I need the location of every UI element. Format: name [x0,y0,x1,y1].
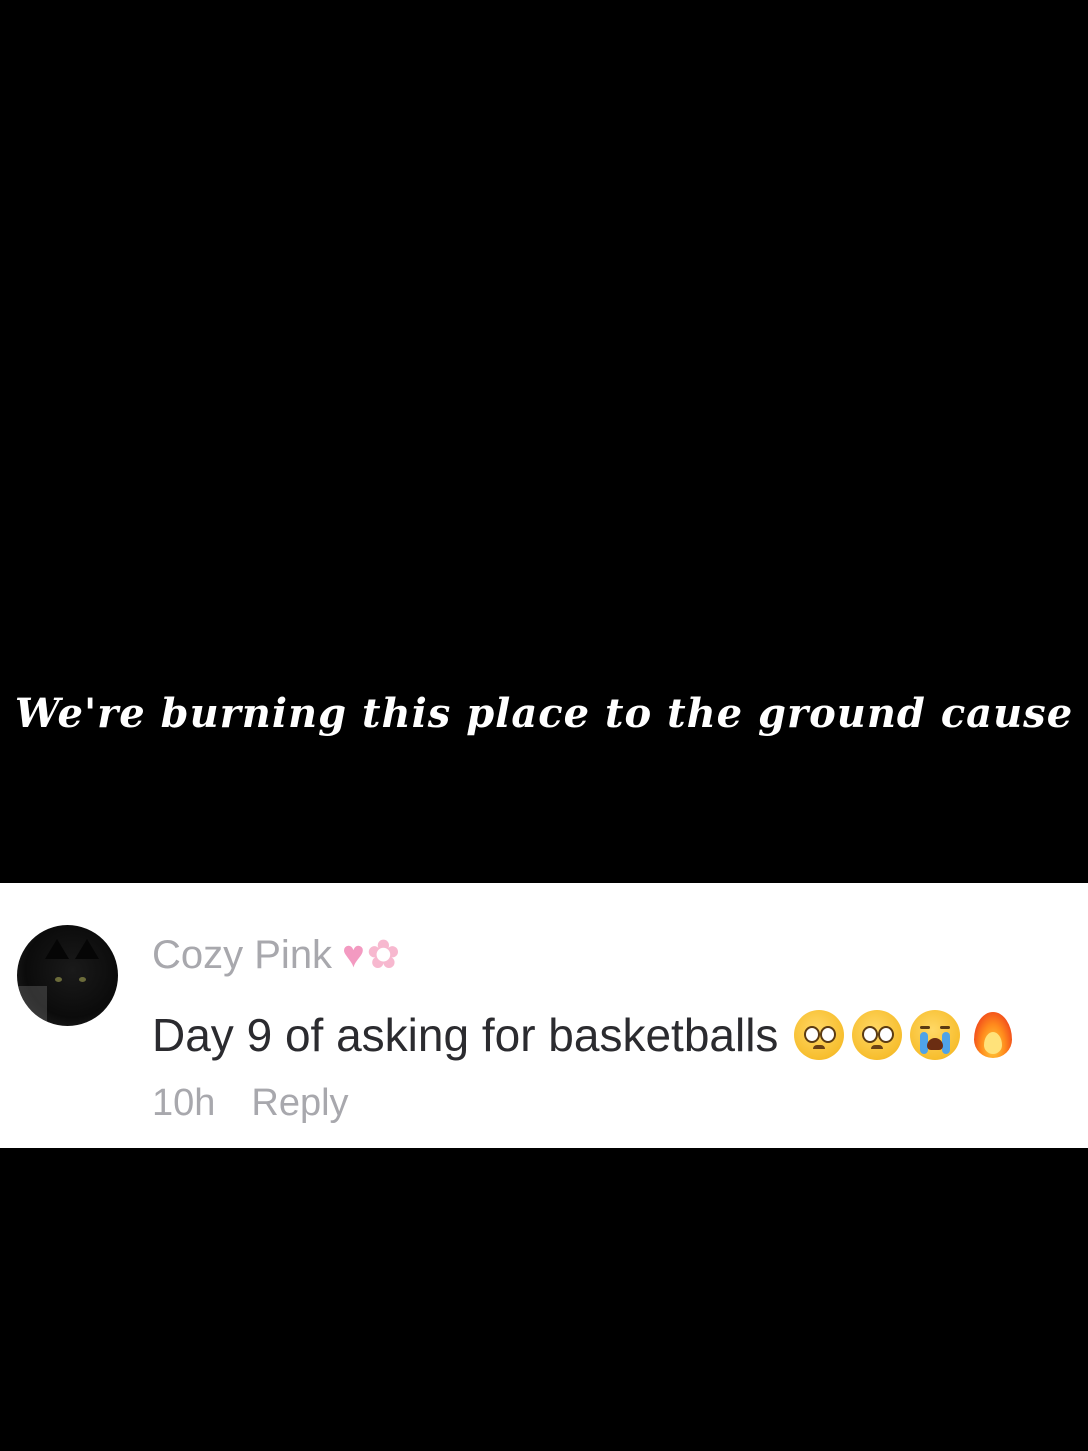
pleading-face-icon [852,1010,903,1060]
reply-button[interactable]: Reply [251,1082,348,1125]
comment-meta: 10h Reply [152,1079,349,1127]
avatar[interactable] [17,925,118,1026]
fire-icon [968,1010,1018,1060]
cat-eye-right [79,977,86,982]
comment-card: Cozy Pink ♥ ✿ Day 9 of asking for basket… [0,883,1088,1148]
avatar-background [17,986,47,1026]
cherry-blossom-icon: ✿ [366,932,401,977]
video-caption: We're burning this place to the ground c… [14,690,1074,737]
username[interactable]: Cozy Pink [152,933,332,978]
cat-eye-left [55,977,62,982]
heart-icon: ♥ [342,934,365,976]
comment-text-row: Day 9 of asking for basketballs [152,1007,1018,1063]
pleading-face-icon [794,1010,845,1060]
loudly-crying-face-icon [910,1010,961,1060]
cat-ear-left [45,939,69,959]
video-frame: We're burning this place to the ground c… [0,0,1088,1451]
comment-text: Day 9 of asking for basketballs [152,1009,779,1061]
username-row: Cozy Pink ♥ ✿ [152,927,400,983]
cat-ear-right [75,939,99,959]
timestamp: 10h [152,1081,216,1124]
